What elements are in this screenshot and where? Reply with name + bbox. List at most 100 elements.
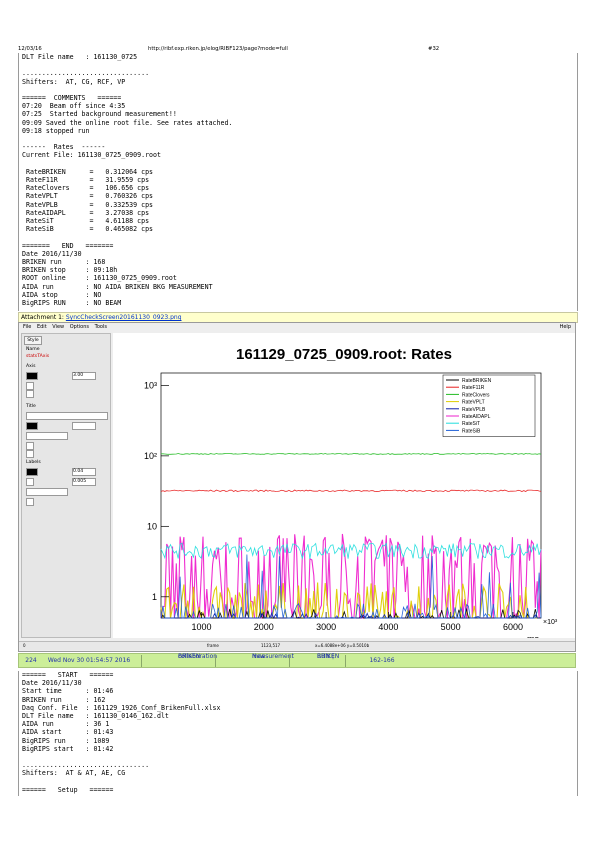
title-field[interactable] <box>26 412 108 420</box>
print-page-number: #32 <box>428 46 440 52</box>
menu-options[interactable]: Options <box>70 324 89 330</box>
editor-object-label: statsTAxis <box>26 354 50 359</box>
legend-label: RateVPLB <box>462 407 486 413</box>
menu-tools[interactable]: Tools <box>95 324 107 330</box>
log-line: Date 2016/11/30 <box>22 249 82 258</box>
axis-ticks-field[interactable]: 3.00 <box>72 372 96 380</box>
x-multiplier: ×10³ <box>543 619 558 626</box>
editor-name-label: Name <box>26 347 40 352</box>
rotated-checkbox[interactable] <box>26 450 34 458</box>
legend-label: RateClovers <box>462 392 490 398</box>
status-pixel: 1123,517 <box>261 643 281 648</box>
menu-help[interactable]: Help <box>560 323 571 332</box>
log-line: BRIKEN run : 162 <box>22 695 106 704</box>
log-line: AIDA stop : NO <box>22 290 102 299</box>
decimal-checkbox[interactable] <box>26 498 34 506</box>
log-line: AIDA start : 01:43 <box>22 728 114 737</box>
log-line: ====== COMMENTS ====== <box>22 94 122 103</box>
status-pad: 0 <box>23 643 26 648</box>
noexp-checkbox[interactable] <box>26 478 34 486</box>
entry-author: BRIKEN collaboration <box>178 653 218 660</box>
attachment-prefix: Attachment 1: <box>21 314 66 321</box>
entry-type: New measurement <box>252 653 294 660</box>
root-menubar: File Edit View Options Tools Help <box>19 323 575 332</box>
log-line: Current File: 161130_0725_0909.root <box>22 151 161 160</box>
labels-color-swatch[interactable] <box>26 468 38 476</box>
log-line: RateAIDAPL = 3.27038 cps <box>22 208 150 217</box>
tab-style[interactable]: Style <box>24 336 42 345</box>
entry-subject: 162-166 <box>369 656 395 664</box>
title-color-swatch[interactable] <box>26 422 38 430</box>
x-tick-label: 6000 <box>503 622 523 632</box>
labels-size-field[interactable]: 0.04 <box>72 468 96 476</box>
log-checkbox[interactable] <box>26 382 34 390</box>
log-line: DLT File name : 161130_0725 <box>22 53 138 61</box>
log-line: 09:18 stopped run <box>22 126 90 135</box>
log-line: BigRIPS RUN : NO BEAM <box>22 299 122 308</box>
labels-font-select[interactable] <box>26 488 68 496</box>
x-tick-label: 2000 <box>254 622 274 632</box>
axis-color-swatch[interactable] <box>26 372 38 380</box>
log-line: ====== Setup ====== <box>22 785 114 794</box>
legend-label: RateBRIKEN <box>462 378 492 384</box>
title-font-select[interactable] <box>26 432 68 440</box>
y-tick-label: 10² <box>144 451 157 461</box>
log-line: Daq Conf. File : 161129_1926_Conf_Briken… <box>22 703 221 712</box>
log-line: ======= END ======= <box>22 241 114 250</box>
editor-axis-label: Axis <box>26 364 36 369</box>
plot-canvas[interactable]: 161129_0725_0909.root: Rates 1000 2000 3000… <box>113 333 575 644</box>
log-line: DLT File name : 161130_0146_162.dlt <box>22 712 169 721</box>
x-tick-label: 5000 <box>441 622 461 632</box>
centered-checkbox[interactable] <box>26 442 34 450</box>
elog-entry-bar[interactable]: 224 Wed Nov 30 01:54:57 2016 BRIKEN colla… <box>18 653 576 668</box>
log-line: RateSiB = 0.465082 cps <box>22 225 154 234</box>
y-tick-label: 1 <box>152 592 157 602</box>
log-line: RateF11R = 31.9559 cps <box>22 176 150 185</box>
menu-edit[interactable]: Edit <box>37 324 47 330</box>
y-tick-label: 10³ <box>144 380 157 390</box>
entry-category: RUN | BRIKEN <box>317 653 340 660</box>
attachment-screenshot: File Edit View Options Tools Help Style … <box>18 322 576 652</box>
entry-id[interactable]: 224 <box>23 657 39 665</box>
log-line: RateBRIKEN = 0.312064 cps <box>22 167 154 176</box>
log-line: ................................ <box>22 69 150 78</box>
status-object: frame <box>207 643 219 648</box>
print-url[interactable]: http://ribf.exp.riken.jp/elog/RIBF123/pa… <box>148 46 288 52</box>
log-line: ROOT online : 161130_0725_0909.root <box>22 274 177 283</box>
editor-title-label: Title <box>26 404 36 409</box>
log-line: RateSiT = 4.61188 cps <box>22 217 150 226</box>
status-bar: 0 frame 1123,517 x=6.4088e+06 y=0.5010b <box>19 641 575 650</box>
log-entry-bottom: ====== START ====== Date 2016/11/30 Start … <box>18 671 578 796</box>
log-line: ................................ <box>22 761 150 770</box>
labels-offset-field[interactable]: 0.005 <box>72 478 96 486</box>
menu-view[interactable]: View <box>52 324 64 330</box>
legend-label: RateAIDAPL <box>462 414 491 420</box>
log-line: Start time : 01:46 <box>22 687 114 696</box>
log-line: Shifters: AT & AT, AE, CG <box>22 769 126 778</box>
log-line: Shifters: AT, CG, RCF, VP <box>22 77 126 86</box>
log-text-bottom: ====== START ====== Date 2016/11/30 Start … <box>19 671 577 794</box>
log-line: RateClovers = 106.656 cps <box>22 184 150 193</box>
log-line: BigRIPS start : 01:42 <box>22 744 114 753</box>
style-editor-panel: Style Name statsTAxis Axis 3.00 Title La… <box>21 333 111 638</box>
menu-file[interactable]: File <box>23 324 31 330</box>
y-tick-label: 10 <box>147 521 157 531</box>
legend-label: RateF11R <box>462 385 485 391</box>
legend-box <box>442 374 536 437</box>
title-size-field[interactable] <box>72 422 96 430</box>
rates-chart: 161129_0725_0909.root: Rates 1000 2000 3000… <box>144 346 558 644</box>
log-line: AIDA run : 36 1 <box>22 720 110 729</box>
log-line: Date 2016/11/30 <box>22 679 82 688</box>
log-line: BRIKEN stop : 09:18h <box>22 266 118 275</box>
more-log-checkbox[interactable] <box>26 390 34 398</box>
x-axis-label: ms <box>527 634 539 638</box>
log-line: RateVPLT = 0.760326 cps <box>22 192 154 201</box>
entry-date: Wed Nov 30 01:54:57 2016 <box>47 656 131 664</box>
x-tick-label: 4000 <box>378 622 398 632</box>
attachment-link[interactable]: SyncCheckScreen20161130_0923.png <box>66 314 182 321</box>
